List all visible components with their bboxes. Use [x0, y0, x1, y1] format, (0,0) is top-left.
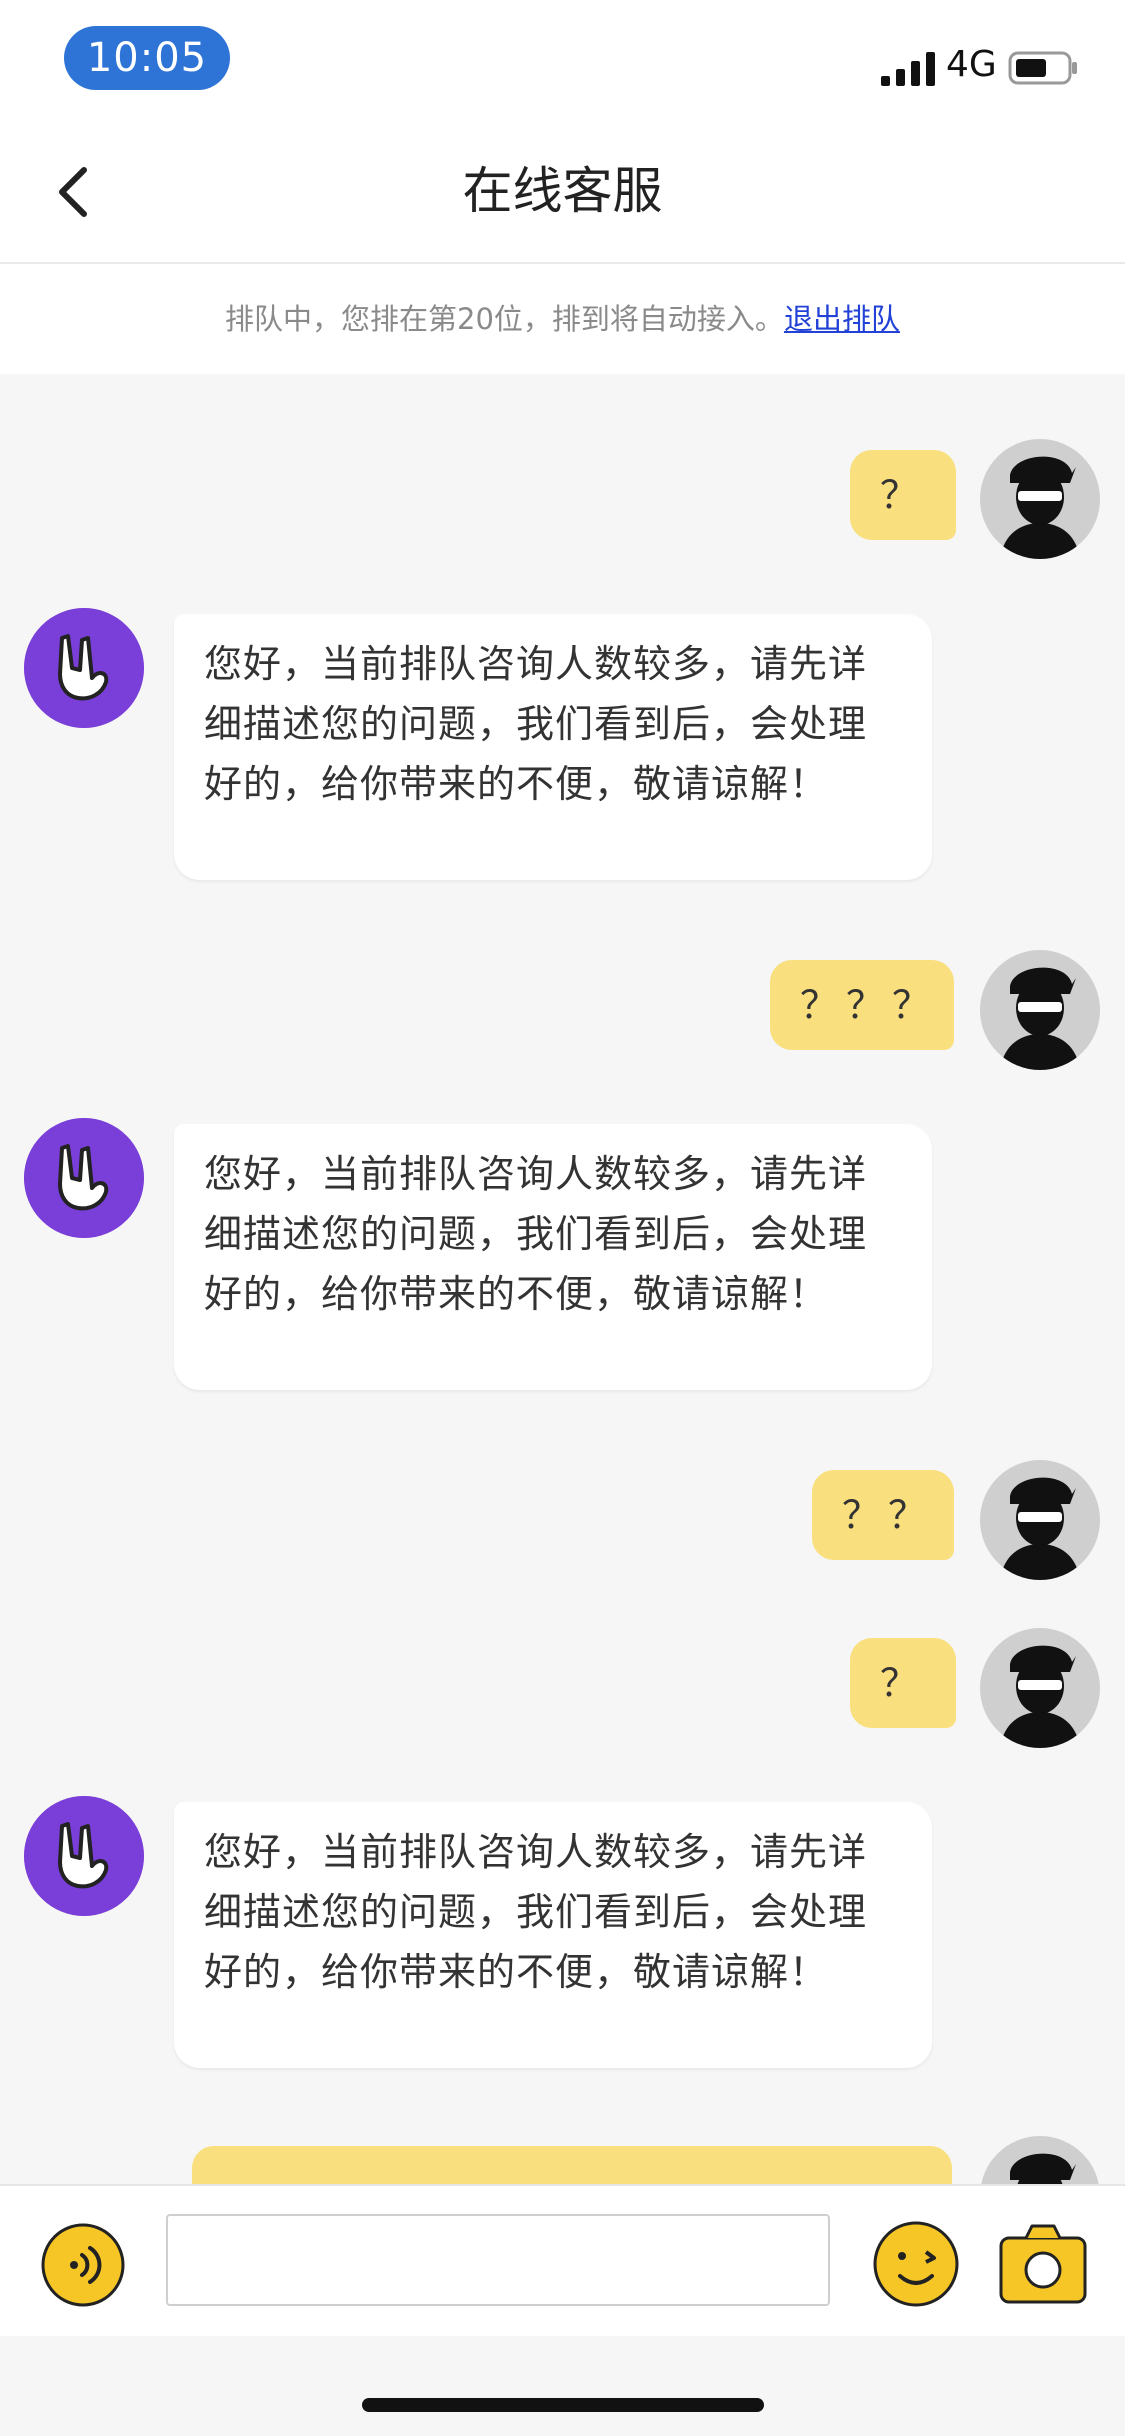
user-avatar-icon — [1010, 2153, 1076, 2184]
user-avatar — [980, 439, 1100, 559]
user-message-bubble: ZLuzYTyi — [192, 2146, 952, 2184]
exit-queue-link[interactable]: 退出排队 — [784, 302, 900, 336]
agent-message-bubble: 您好，当前排队咨询人数较多，请先详细描述您的问题，我们看到后，会处理好的，给你带… — [174, 1802, 932, 2068]
agent-message-bubble: 您好，当前排队咨询人数较多，请先详细描述您的问题，我们看到后，会处理好的，给你带… — [174, 614, 932, 880]
user-avatar — [980, 950, 1100, 1070]
message-input[interactable] — [166, 2214, 830, 2306]
input-bar — [0, 2184, 1125, 2336]
user-avatar-icon — [1000, 456, 1080, 559]
voice-icon[interactable] — [40, 2222, 126, 2308]
agent-avatar — [24, 1796, 144, 1916]
agent-avatar — [24, 1118, 144, 1238]
agent-avatar — [24, 608, 144, 728]
user-avatar-icon — [1000, 1645, 1080, 1748]
rock-hand-icon — [24, 608, 144, 728]
user-message-bubble: ？ — [850, 1638, 956, 1728]
user-avatar-icon — [1000, 1477, 1080, 1580]
agent-message-bubble: 您好，当前排队咨询人数较多，请先详细描述您的问题，我们看到后，会处理好的，给你带… — [174, 1124, 932, 1390]
status-bar: 10:05 4G — [0, 0, 1125, 120]
user-message-bubble: ？ — [850, 450, 956, 540]
user-message-bubble: ？？？ — [770, 960, 954, 1050]
nav-bar: 在线客服 — [0, 120, 1125, 264]
user-message-bubble: ？？ — [812, 1470, 954, 1560]
queue-banner: 排队中，您排在第20位，排到将自动接入。退出排队 — [0, 264, 1125, 374]
rock-hand-icon — [24, 1118, 144, 1238]
status-time: 10:05 — [64, 26, 230, 90]
user-avatar — [980, 1460, 1100, 1580]
queue-status-text: 排队中，您排在第20位，排到将自动接入。 — [225, 302, 784, 336]
network-label: 4G — [946, 44, 997, 85]
home-indicator — [362, 2398, 764, 2412]
camera-icon[interactable] — [998, 2222, 1088, 2306]
user-avatar — [980, 2136, 1100, 2184]
chat-area[interactable]: ？ 您好，当前排队咨询人数较多，请先详细描述您的问题，我们看到后，会处理好的，给… — [0, 374, 1125, 2184]
signal-icon — [881, 52, 935, 86]
user-avatar — [980, 1628, 1100, 1748]
rock-hand-icon — [24, 1796, 144, 1916]
emoji-icon[interactable] — [872, 2220, 960, 2308]
battery-icon — [1008, 51, 1077, 85]
user-avatar-icon — [1000, 967, 1080, 1070]
page-title: 在线客服 — [462, 162, 663, 220]
